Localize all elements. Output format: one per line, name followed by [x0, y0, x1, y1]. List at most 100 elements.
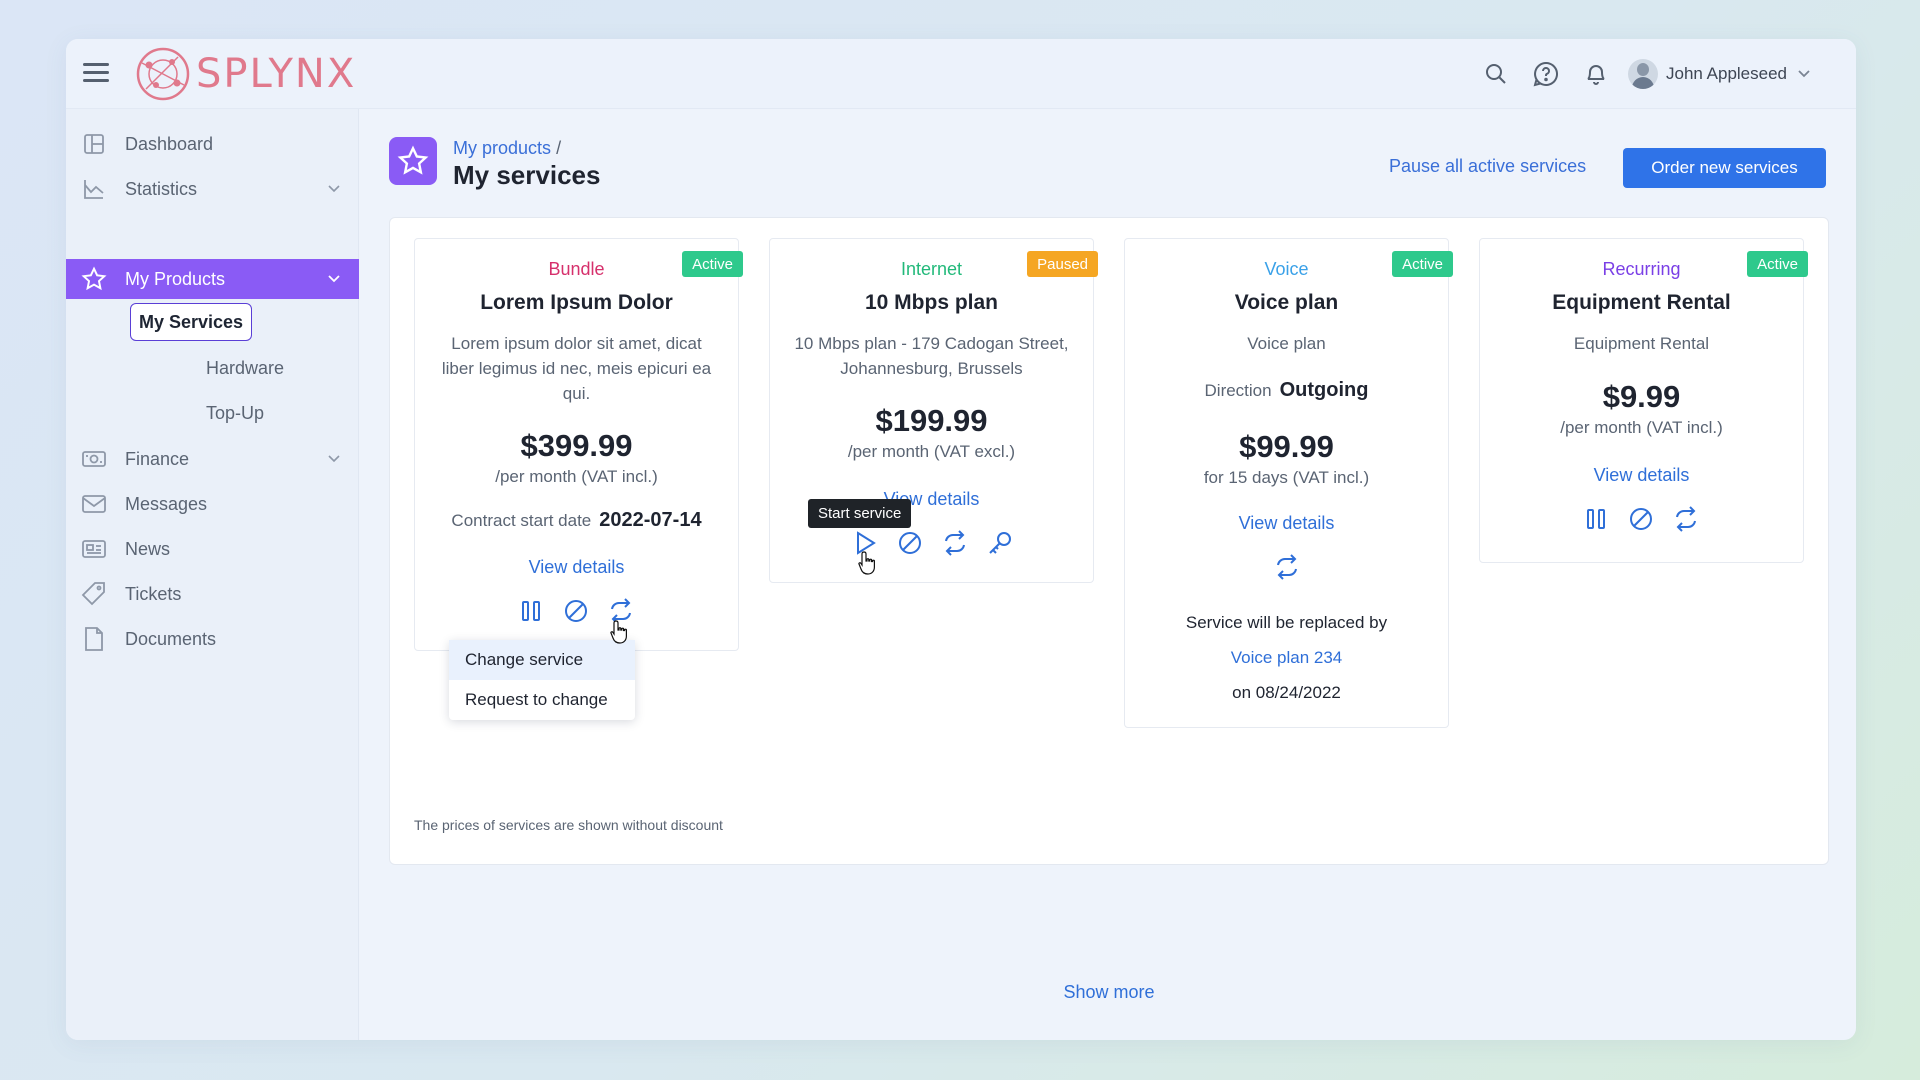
sidebar-item-documents[interactable]: Documents	[66, 619, 359, 659]
services-panel: Bundle Active Lorem Ipsum Dolor Lorem ip…	[389, 217, 1829, 1002]
menu-toggle-icon[interactable]	[83, 63, 109, 83]
order-new-services-button[interactable]: Order new services	[1623, 148, 1826, 188]
service-period: /per month (VAT excl.)	[847, 442, 1016, 461]
service-description: Equipment Rental	[1573, 334, 1710, 353]
hand-cursor-icon	[858, 551, 875, 575]
statistics-icon	[81, 176, 107, 202]
status-badge: Paused	[1027, 251, 1098, 277]
sidebar-item-label: Tickets	[125, 583, 182, 604]
start-service-tooltip: Start service	[808, 499, 912, 528]
star-icon	[81, 266, 107, 292]
logo-text: SPLYNX	[196, 51, 357, 97]
service-price: $9.99	[1602, 379, 1681, 414]
hand-cursor-icon	[610, 620, 627, 644]
logo-mark-icon	[136, 47, 190, 101]
service-card-bundle: Bundle Active Lorem Ipsum Dolor Lorem ip…	[414, 238, 743, 651]
sidebar-item-statistics[interactable]: Statistics	[66, 169, 359, 209]
meta-value: Outgoing	[1279, 379, 1369, 401]
chevron-down-icon	[328, 185, 340, 193]
user-menu[interactable]: John Appleseed	[1628, 55, 1811, 93]
service-name: Lorem Ipsum Dolor	[480, 291, 673, 314]
service-period: /per month (VAT incl.)	[1560, 418, 1723, 437]
pause-icon[interactable]	[516, 596, 546, 626]
service-card-recurring: Recurring Active Equipment Rental Equipm…	[1479, 238, 1808, 563]
replacement-date: on 08/24/2022	[1232, 683, 1341, 702]
stop-icon[interactable]	[561, 596, 591, 626]
sidebar-subitem-hardware[interactable]: Hardware	[198, 349, 292, 387]
view-details-link[interactable]: View details	[1125, 513, 1448, 534]
service-name: Equipment Rental	[1552, 291, 1731, 314]
meta-label: Direction	[1204, 381, 1272, 400]
sidebar-item-label: Statistics	[125, 178, 198, 199]
change-service-icon[interactable]	[1671, 504, 1701, 534]
service-card-internet: Internet Paused 10 Mbps plan 10 Mbps pla…	[769, 238, 1098, 583]
contract-start: Contract start date 2022-07-14	[415, 509, 738, 532]
avatar	[1628, 59, 1658, 89]
sidebar-item-my-products[interactable]: My Products	[66, 259, 359, 299]
chevron-down-icon	[328, 455, 340, 463]
meta-value: 2022-07-14	[599, 509, 702, 531]
sidebar-subitem-top-up[interactable]: Top-Up	[198, 394, 272, 432]
sidebar: Dashboard Statistics My Products My Serv…	[66, 109, 359, 1040]
show-more-link[interactable]: Show more	[390, 982, 1828, 1003]
direction: Direction Outgoing	[1125, 379, 1448, 402]
stop-icon[interactable]	[1626, 504, 1656, 534]
star-icon	[389, 137, 437, 185]
change-service-icon[interactable]	[1272, 552, 1302, 582]
change-service-dropdown: Change service Request to change	[449, 640, 635, 720]
price-footnote: The prices of services are shown without…	[414, 817, 723, 833]
key-icon[interactable]	[985, 528, 1015, 558]
sidebar-item-news[interactable]: News	[66, 529, 359, 569]
sidebar-item-label: Finance	[125, 448, 190, 469]
service-description: Voice plan	[1247, 334, 1326, 353]
top-header: SPLYNX John Appleseed	[66, 39, 1856, 109]
dashboard-icon	[81, 131, 107, 157]
replacement-plan-link[interactable]: Voice plan 234	[1125, 648, 1448, 668]
breadcrumb-link[interactable]: My products	[453, 138, 551, 158]
splynx-logo[interactable]: SPLYNX	[134, 45, 356, 103]
sidebar-item-label: Documents	[125, 628, 217, 649]
sidebar-item-label: Dashboard	[125, 133, 214, 154]
stop-icon[interactable]	[895, 528, 925, 558]
status-badge: Active	[682, 251, 743, 277]
service-price: $199.99	[875, 403, 988, 438]
chevron-down-icon	[328, 275, 340, 283]
notification-bell-icon[interactable]	[1580, 58, 1612, 90]
pause-icon[interactable]	[1581, 504, 1611, 534]
sidebar-item-label: My Products	[125, 268, 226, 289]
service-actions	[1581, 504, 1716, 534]
sidebar-item-finance[interactable]: Finance	[66, 439, 359, 479]
help-icon[interactable]	[1530, 58, 1562, 90]
sidebar-item-tickets[interactable]: Tickets	[66, 574, 359, 614]
page-title: My services	[453, 160, 601, 190]
service-period: /per month (VAT incl.)	[495, 467, 658, 486]
status-badge: Active	[1392, 251, 1453, 277]
sidebar-item-label: Messages	[125, 493, 208, 514]
document-icon	[81, 626, 107, 652]
service-price: $399.99	[520, 428, 633, 463]
service-period: for 15 days (VAT incl.)	[1203, 468, 1370, 487]
service-card-voice: Voice Active Voice plan Voice plan Direc…	[1124, 238, 1453, 728]
service-name: 10 Mbps plan	[864, 291, 999, 314]
envelope-icon	[81, 491, 107, 517]
status-badge: Active	[1747, 251, 1808, 277]
service-price: $99.99	[1239, 429, 1334, 464]
pause-all-services-link[interactable]: Pause all active services	[1389, 156, 1586, 177]
search-icon[interactable]	[1480, 58, 1512, 90]
service-actions	[1272, 552, 1302, 582]
view-details-link[interactable]: View details	[415, 557, 738, 578]
menu-item-request-to-change[interactable]: Request to change	[449, 680, 635, 720]
sidebar-item-dashboard[interactable]: Dashboard	[66, 124, 359, 164]
news-icon	[81, 536, 107, 562]
breadcrumb: My products /	[453, 138, 561, 159]
breadcrumb-separator: /	[556, 138, 562, 158]
change-service-icon[interactable]	[940, 528, 970, 558]
service-description: Lorem ipsum dolor sit amet, dicat liber …	[441, 334, 712, 403]
menu-item-change-service[interactable]: Change service	[449, 640, 635, 680]
view-details-link[interactable]: View details	[1480, 465, 1803, 486]
sidebar-item-label: News	[125, 538, 171, 559]
sidebar-subitem-my-services[interactable]: My Services	[130, 303, 253, 341]
finance-icon	[81, 446, 107, 472]
sidebar-item-messages[interactable]: Messages	[66, 484, 359, 524]
replace-notice: Service will be replaced by	[1185, 613, 1388, 632]
